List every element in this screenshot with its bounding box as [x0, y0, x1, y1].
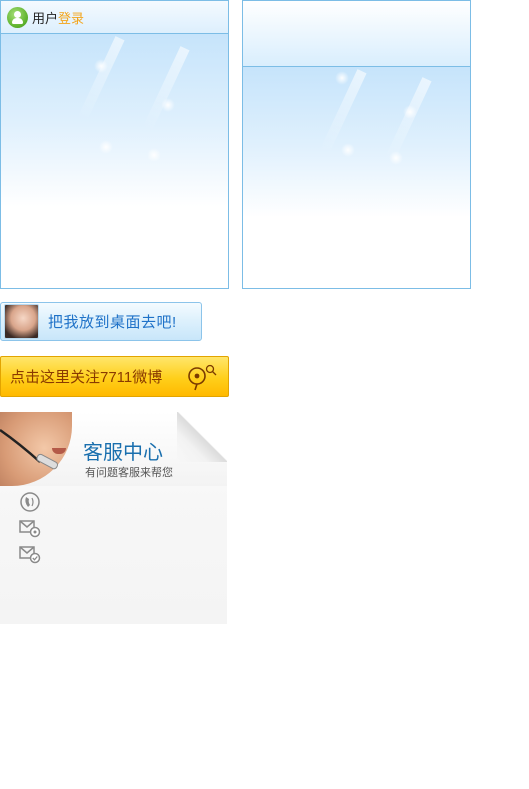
add-to-desktop-button[interactable]: 把我放到桌面去吧! [0, 302, 202, 341]
side-panel [242, 0, 471, 289]
sparkle [389, 151, 403, 165]
side-panel-header [243, 1, 470, 67]
login-panel-body [1, 34, 228, 288]
service-title: 客服中心 [83, 442, 163, 464]
sparkle [147, 148, 161, 162]
sparkle [161, 98, 175, 112]
page: 用户 登录 把我放到桌面去吧! 点击这里关注7711微博 客服中心 有问题客服来… [0, 0, 529, 789]
follow-weibo-label: 点击这里关注7711微博 [10, 369, 163, 386]
sparkle [341, 143, 355, 157]
service-subtitle: 有问题客服来帮您 [85, 467, 173, 479]
login-title: 用户 登录 [7, 7, 84, 28]
light-beam [384, 77, 432, 163]
sparkle [94, 59, 108, 73]
page-curl-decoration [177, 412, 227, 462]
sparkle [99, 140, 113, 154]
headset-mic-icon [0, 428, 59, 470]
avatar [4, 304, 39, 339]
login-title-accent[interactable]: 登录 [58, 8, 84, 27]
user-icon [7, 7, 28, 28]
mail-check-icon[interactable] [19, 544, 41, 564]
login-title-main: 用户 [32, 11, 59, 26]
sparkle [335, 71, 349, 85]
add-to-desktop-label: 把我放到桌面去吧! [48, 314, 177, 331]
service-banner: 客服中心 有问题客服来帮您 [0, 412, 227, 486]
login-panel-header: 用户 登录 [1, 1, 228, 34]
sparkle [403, 105, 417, 119]
login-panel: 用户 登录 [0, 0, 229, 289]
weibo-icon [188, 364, 217, 391]
phone-icon[interactable] [19, 492, 41, 512]
mail-settings-icon[interactable] [19, 518, 41, 538]
follow-weibo-button[interactable]: 点击这里关注7711微博 [0, 356, 229, 397]
light-beam [142, 46, 190, 132]
side-panel-body [243, 67, 470, 288]
service-center: 客服中心 有问题客服来帮您 [0, 412, 227, 624]
light-beam [77, 36, 125, 122]
